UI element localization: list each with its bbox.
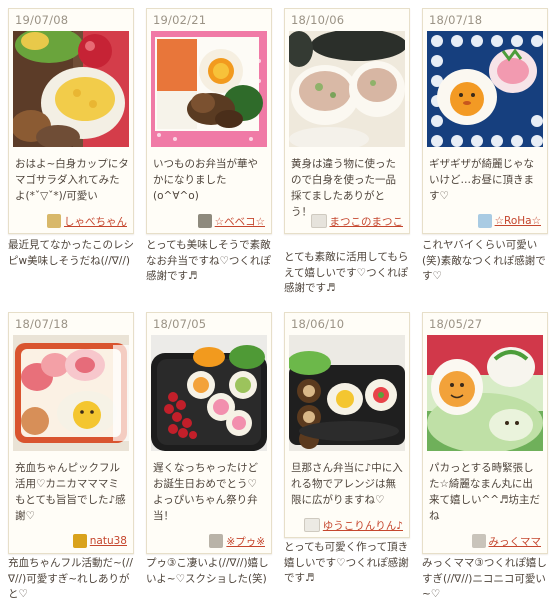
recipe-photo[interactable] — [289, 31, 405, 147]
card-title: 遅くなっちゃったけどお誕生日おめでとう♡よっぴいちゃん祭り弁当！ — [153, 462, 258, 522]
recipe-card[interactable]: 18/07/18 充血ちゃんピックフル活用♡カニカマママミもとても旨旨でした♪感… — [8, 312, 134, 554]
author-reply: とっても可愛く作って頂き嬉しいです♡つくれぽ感謝です♬ — [284, 541, 409, 584]
author-reply: とても素敵に活用してもらえて嬉しいです♡つくれぽ感謝です♬ — [284, 251, 409, 294]
author-link[interactable]: みっくママ — [471, 533, 542, 549]
author-reply: とっても美味しそうで素敵なお弁当ですね♡つくれぽ感謝です♬ — [146, 239, 271, 282]
card-title: いつものお弁当が華やかになりました(o^∀^o) — [153, 158, 258, 202]
card-title: おはよ~白身カップにタマゴサラダ入れてみたよ(*ˇ▽ˇ*)/可愛い — [15, 158, 129, 202]
card-date: 18/07/18 — [429, 13, 483, 27]
card-title: 黄身は違う物に使ったので白身を使った一品採てましたありがとう！ — [291, 158, 396, 218]
card-date: 18/06/10 — [291, 317, 345, 331]
user-avatar-icon — [197, 214, 212, 228]
recipe-photo[interactable] — [13, 31, 129, 147]
author-reply: 最近見てなかったこのレシピw美味しそうだね(//∇//) — [8, 239, 134, 267]
author-name[interactable]: しゃべちゃん — [64, 214, 127, 229]
recipe-card[interactable]: 18/07/18 ギザギザが綺麗じゃないけど…お昼に頂きます♡ ☆RoHa☆ — [422, 8, 548, 234]
card-title: パカっとする時緊張した☆綺麗なまん丸に出来て嬉しい^^♬坊主だね — [429, 462, 541, 522]
card-date: 18/07/05 — [153, 317, 207, 331]
recipe-photo[interactable] — [13, 335, 129, 451]
author-name[interactable]: natu38 — [90, 535, 127, 547]
author-link[interactable]: ☆RoHa☆ — [477, 213, 541, 229]
recipe-card[interactable]: 18/05/27 パカっとする時緊張した☆綺麗なまん丸に出来て嬉しい^^♬坊主だ… — [422, 312, 548, 554]
author-link[interactable]: しゃべちゃん — [47, 213, 127, 229]
user-avatar-icon — [72, 534, 87, 548]
recipe-card[interactable]: 19/02/21 いつものお弁当が華やかになりました(o^∀^o) ☆ベベコ☆ — [146, 8, 272, 234]
author-link[interactable]: まつこのまつこ — [310, 213, 404, 229]
author-name[interactable]: みっくママ — [489, 534, 542, 549]
author-name[interactable]: ☆RoHa☆ — [495, 215, 541, 227]
recipe-card[interactable]: 18/06/10 旦那さん弁当に♪中に入れる物でアレンジは無限に広がりますね♡ … — [284, 312, 410, 538]
recipe-card[interactable]: 18/07/05 遅くなっちゃったけどお誕生日おめでとう♡よっぴいちゃん祭り弁当 — [146, 312, 272, 554]
recipe-photo[interactable] — [151, 31, 267, 147]
user-avatar-icon — [310, 214, 327, 228]
card-date: 18/07/18 — [15, 317, 69, 331]
author-reply: これヤバイくらい可愛い(笑)素敵なつくれぽ感謝です♡ — [422, 239, 546, 282]
recipe-photo[interactable] — [427, 335, 543, 451]
user-avatar-icon — [471, 534, 486, 548]
card-date: 19/02/21 — [153, 13, 207, 27]
author-name[interactable]: ※プゥ※ — [226, 534, 265, 549]
recipe-photo[interactable] — [427, 31, 543, 147]
author-link[interactable]: ※プゥ※ — [209, 533, 265, 549]
author-link[interactable]: ゆうこりんりん♪ — [303, 517, 403, 533]
user-avatar-icon — [209, 534, 224, 548]
card-title: 旦那さん弁当に♪中に入れる物でアレンジは無限に広がりますね♡ — [291, 462, 403, 506]
card-date: 19/07/08 — [15, 13, 69, 27]
author-reply: 充血ちゃんフル活動だ~(//∇//)可愛すぎ~れしありがと♡ — [8, 557, 133, 600]
user-avatar-icon — [303, 518, 320, 532]
card-date: 18/10/06 — [291, 13, 345, 27]
recipe-photo[interactable] — [151, 335, 267, 451]
author-reply: みっくママ③つくれぽ嬉しすぎ(//∇//)ニコニコ可愛い~♡ — [422, 557, 547, 600]
recipe-photo[interactable] — [289, 335, 405, 451]
author-name[interactable]: まつこのまつこ — [330, 214, 404, 229]
user-avatar-icon — [477, 214, 492, 228]
recipe-card[interactable]: 19/07/08 おはよ~白身カップにタマゴサラダ入れてみたよ(*ˇ▽ˇ*)/可… — [8, 8, 134, 234]
tsukurepo-grid: 19/07/08 おはよ~白身カップにタマゴサラダ入れてみたよ(*ˇ▽ˇ*)/可… — [0, 0, 560, 604]
card-title: 充血ちゃんピックフル活用♡カニカマママミもとても旨旨でした♪感謝♡ — [15, 462, 126, 522]
recipe-card[interactable]: 18/10/06 黄身は違う物に使ったので白身を使った一品採てましたありがとう！… — [284, 8, 410, 234]
author-name[interactable]: ☆ベベコ☆ — [215, 214, 265, 229]
author-reply: プゥ③こ凄いよ(//∇//)嬉しいよ~♡スクショした(笑) — [146, 557, 269, 585]
card-title: ギザギザが綺麗じゃないけど…お昼に頂きます♡ — [429, 158, 534, 202]
author-name[interactable]: ゆうこりんりん♪ — [323, 518, 403, 533]
author-link[interactable]: natu38 — [72, 533, 127, 549]
author-link[interactable]: ☆ベベコ☆ — [197, 213, 265, 229]
user-avatar-icon — [47, 214, 61, 228]
card-date: 18/05/27 — [429, 317, 483, 331]
